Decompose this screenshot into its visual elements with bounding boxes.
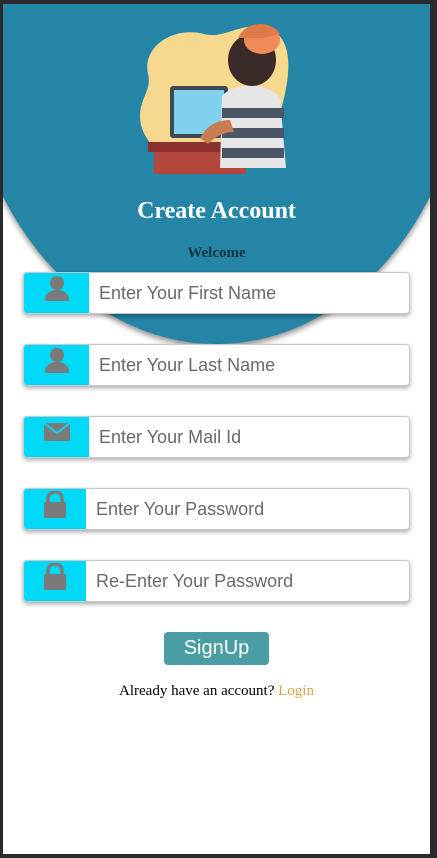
user-icon — [24, 345, 89, 385]
page-title: Create Account — [137, 198, 296, 224]
password-input[interactable] — [86, 489, 409, 529]
signup-button[interactable]: SignUp — [164, 632, 269, 665]
welcome-text: Welcome — [187, 245, 246, 261]
mail-field — [23, 416, 410, 458]
last-name-input[interactable] — [89, 345, 409, 385]
first-name-field — [23, 272, 410, 314]
reenter-password-input[interactable] — [86, 561, 409, 601]
first-name-input[interactable] — [89, 273, 409, 313]
login-prompt-text: Already have an account? — [119, 683, 279, 699]
login-prompt: Already have an account? Login — [3, 683, 430, 700]
reenter-password-field — [23, 560, 410, 602]
lock-icon — [24, 489, 86, 529]
lock-icon — [24, 561, 86, 601]
login-link[interactable]: Login — [278, 683, 314, 699]
signup-page: Create Account Welcome SignUp Already ha… — [3, 4, 430, 854]
envelope-icon — [24, 417, 89, 457]
hero-illustration — [140, 23, 289, 174]
last-name-field — [23, 344, 410, 386]
user-icon — [24, 273, 89, 313]
password-field — [23, 488, 410, 530]
mail-input[interactable] — [89, 417, 409, 457]
